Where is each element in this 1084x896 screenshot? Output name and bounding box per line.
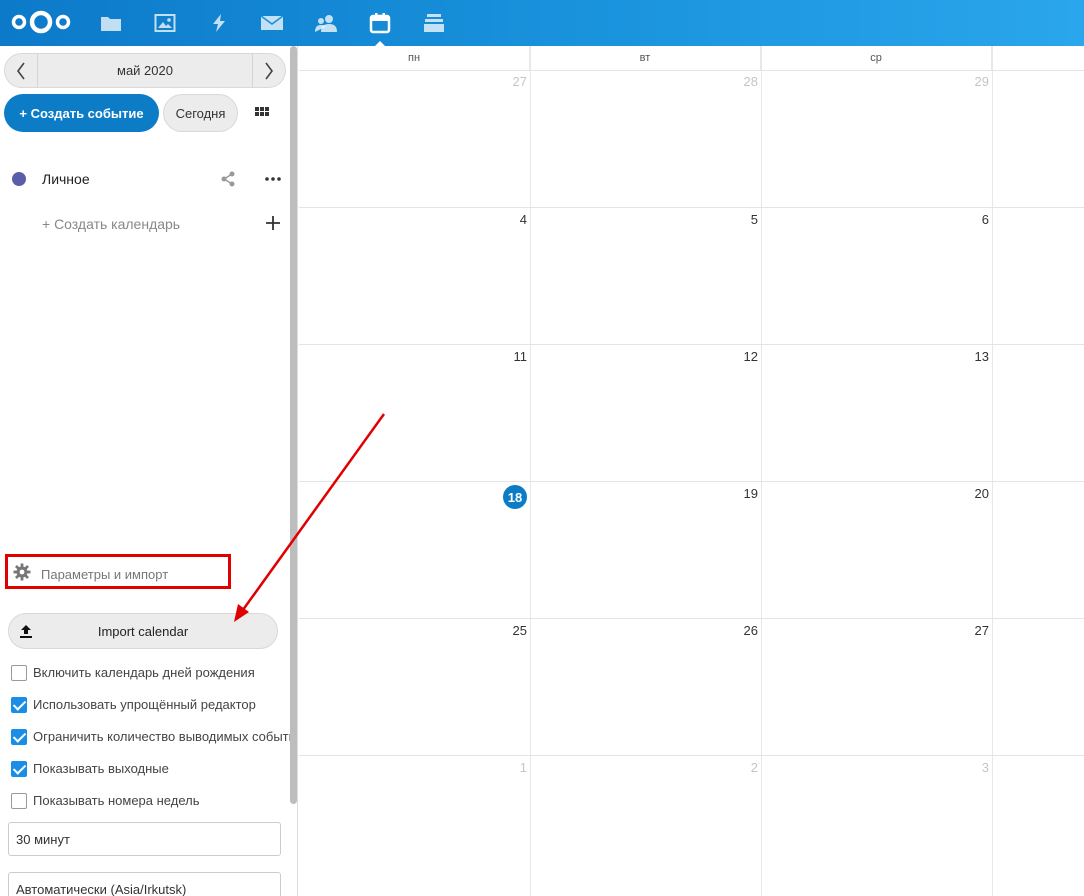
next-month-button[interactable]: [252, 54, 285, 87]
option-label: Использовать упрощённый редактор: [33, 697, 256, 712]
day-cell-number[interactable]: 20: [949, 486, 989, 501]
weekday-header: пн: [299, 46, 530, 70]
day-cell-number[interactable]: 12: [718, 349, 758, 364]
day-cell-number[interactable]: 3: [949, 760, 989, 775]
import-calendar-button[interactable]: Import calendar: [8, 613, 278, 649]
settings-import-label: Параметры и импорт: [41, 567, 169, 582]
timezone-value: Автоматически (Asia/Irkutsk): [16, 882, 187, 896]
day-cell-number[interactable]: 19: [718, 486, 758, 501]
current-month-label[interactable]: май 2020: [38, 54, 252, 87]
more-options-icon[interactable]: [264, 170, 282, 191]
checkbox[interactable]: [11, 665, 27, 681]
month-grid: пн вт ср 27 28 29 4 5 6 11 12 13 18 19 2…: [299, 46, 1084, 896]
calendar-item-personal[interactable]: Личное: [0, 164, 290, 194]
files-icon[interactable]: [98, 10, 124, 36]
day-cell-number[interactable]: 25: [487, 623, 527, 638]
sidebar-scrollbar[interactable]: [290, 46, 297, 804]
day-cell-number[interactable]: 5: [718, 212, 758, 227]
contacts-icon[interactable]: [313, 10, 339, 36]
previous-month-button[interactable]: [5, 54, 38, 87]
today-button[interactable]: Сегодня: [163, 94, 238, 132]
share-icon[interactable]: [219, 170, 237, 191]
option-label: Показывать номера недель: [33, 793, 200, 808]
calendar-color-dot[interactable]: [12, 172, 26, 186]
photos-icon[interactable]: [152, 10, 178, 36]
create-calendar-label[interactable]: + Создать календарь: [42, 216, 180, 232]
grid-view-icon[interactable]: [254, 106, 270, 122]
day-cell-number[interactable]: 1: [487, 760, 527, 775]
import-calendar-label: Import calendar: [97, 624, 189, 639]
create-calendar-row[interactable]: + Создать календарь: [0, 209, 290, 239]
day-cell-number[interactable]: 4: [487, 212, 527, 227]
option-limit-events[interactable]: Ограничить количество выводимых событий: [11, 726, 296, 748]
slot-duration-value: 30 минут: [16, 832, 70, 847]
today-day-number[interactable]: 18: [503, 485, 527, 509]
day-cell-number[interactable]: 26: [718, 623, 758, 638]
chevron-left-icon: [17, 62, 25, 79]
settings-import-toggle[interactable]: Параметры и импорт: [5, 554, 231, 589]
checkbox[interactable]: [11, 729, 27, 745]
day-cell-number[interactable]: 6: [949, 212, 989, 227]
chevron-right-icon: [265, 62, 273, 79]
option-label: Ограничить количество выводимых событий: [33, 729, 296, 744]
option-show-weekends[interactable]: Показывать выходные: [11, 758, 296, 780]
weekday-header: ср: [761, 46, 992, 70]
gear-icon: [13, 563, 31, 584]
checkbox[interactable]: [11, 761, 27, 777]
day-cell-number[interactable]: 29: [949, 74, 989, 89]
deck-icon[interactable]: [421, 10, 447, 36]
timezone-select[interactable]: Автоматически (Asia/Irkutsk): [8, 872, 281, 896]
top-bar: [0, 0, 1084, 46]
day-cell-number[interactable]: 27: [487, 74, 527, 89]
day-cell-number[interactable]: 28: [718, 74, 758, 89]
calendar-name: Личное: [42, 171, 90, 187]
option-label: Включить календарь дней рождения: [33, 665, 255, 680]
plus-icon[interactable]: [265, 215, 281, 234]
checkbox[interactable]: [11, 697, 27, 713]
day-cell-number[interactable]: 27: [949, 623, 989, 638]
mail-icon[interactable]: [259, 10, 285, 36]
option-simple-editor[interactable]: Использовать упрощённый редактор: [11, 694, 296, 716]
date-navigator: май 2020: [4, 53, 286, 88]
day-cell-number[interactable]: 2: [718, 760, 758, 775]
day-cell-number[interactable]: 11: [487, 349, 528, 364]
day-cell-number[interactable]: 13: [949, 349, 989, 364]
option-label: Показывать выходные: [33, 761, 169, 776]
nextcloud-logo-icon[interactable]: [10, 9, 72, 38]
create-event-button[interactable]: + Создать событие: [4, 94, 159, 132]
activity-icon[interactable]: [206, 10, 232, 36]
calendar-icon[interactable]: [367, 10, 393, 46]
option-birthday-calendar[interactable]: Включить календарь дней рождения: [11, 662, 296, 684]
sidebar: май 2020 + Создать событие Сегодня Лично…: [0, 46, 298, 896]
checkbox[interactable]: [11, 793, 27, 809]
slot-duration-select[interactable]: 30 минут: [8, 822, 281, 856]
weekday-header: вт: [530, 46, 761, 70]
option-week-numbers[interactable]: Показывать номера недель: [11, 790, 296, 812]
